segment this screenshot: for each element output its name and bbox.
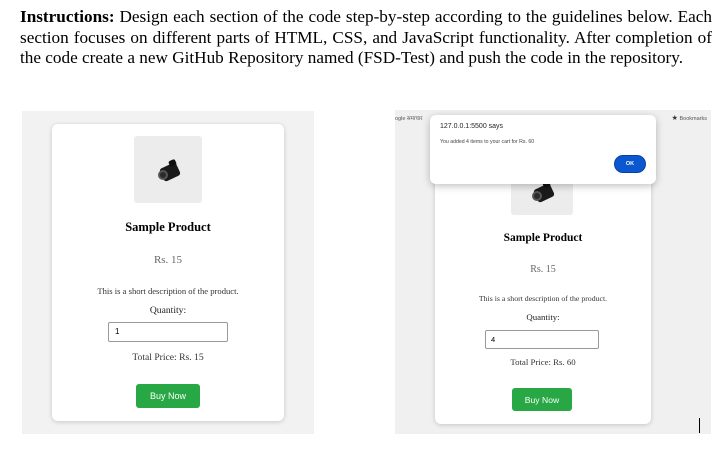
- instructions-lead: Instructions:: [20, 7, 115, 26]
- alert-ok-button[interactable]: OK: [614, 155, 646, 173]
- screenshot-initial-state: Sample Product Rs. 15 This is a short de…: [22, 111, 314, 434]
- screenshot-after-purchase: ogle समाचार ★ Bookmarks Sample Product R…: [395, 110, 711, 434]
- product-description: This is a short description of the produ…: [478, 294, 608, 303]
- instructions-paragraph: Instructions: Design each section of the…: [20, 7, 712, 69]
- camera-icon: [157, 158, 182, 182]
- product-title: Sample Product: [503, 232, 583, 244]
- quantity-input[interactable]: 4: [485, 330, 599, 349]
- product-description: This is a short description of the produ…: [97, 286, 239, 296]
- buy-now-button[interactable]: Buy Now: [136, 384, 200, 408]
- star-icon: ★: [671, 115, 678, 122]
- alert-message: You added 4 items to your cart for Rs. 6…: [440, 139, 535, 145]
- total-price: Total Price: Rs. 15: [132, 352, 204, 363]
- bookmarks-label: Bookmarks: [679, 116, 707, 122]
- product-card: Sample Product Rs. 15 This is a short de…: [52, 124, 284, 421]
- total-price: Total Price: Rs. 60: [510, 357, 576, 367]
- bookmarks-link[interactable]: ★ Bookmarks: [672, 114, 707, 122]
- instructions-text: Design each section of the code step-by-…: [20, 7, 712, 67]
- quantity-label: Quantity:: [149, 305, 187, 316]
- product-price: Rs. 15: [153, 254, 183, 266]
- browser-tab-text[interactable]: ogle समाचार: [395, 114, 423, 122]
- product-image: [134, 136, 202, 203]
- text-cursor: [699, 418, 700, 433]
- product-price: Rs. 15: [530, 264, 556, 275]
- alert-dialog: 127.0.0.1:5500 says You added 4 items to…: [430, 115, 656, 184]
- product-card: Sample Product Rs. 15 This is a short de…: [435, 158, 651, 424]
- buy-now-button[interactable]: Buy Now: [512, 388, 572, 411]
- product-title: Sample Product: [125, 220, 211, 234]
- quantity-label: Quantity:: [526, 312, 560, 322]
- quantity-input[interactable]: 1: [108, 322, 228, 342]
- alert-title: 127.0.0.1:5500 says: [440, 123, 504, 130]
